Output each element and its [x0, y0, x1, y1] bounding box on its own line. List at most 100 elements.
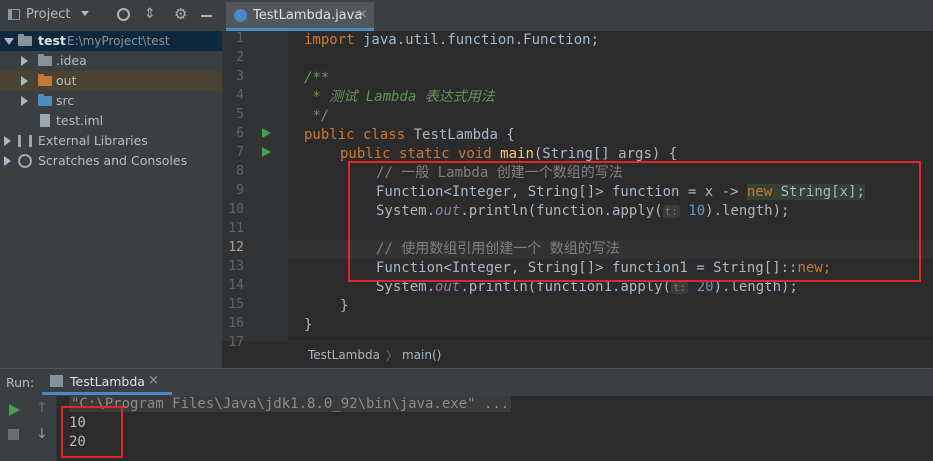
- expand-arrow-icon[interactable]: [21, 76, 28, 86]
- run-tab[interactable]: TestLambda ×: [42, 371, 172, 395]
- code-line-17: }: [304, 317, 313, 333]
- tree-item-path: E:\myProject\test: [67, 34, 170, 48]
- code-line-5: * 测试 Lambda 表达式用法: [304, 89, 495, 105]
- line-number: 17: [228, 335, 244, 350]
- folder-icon: [38, 54, 52, 66]
- line-number: 9: [236, 183, 244, 198]
- code-token: public static void: [340, 146, 492, 162]
- code-editor[interactable]: import java.util.function.Function; /** …: [288, 31, 933, 341]
- code-line-7: public class TestLambda {: [304, 126, 515, 145]
- run-class-icon[interactable]: [262, 128, 271, 138]
- chevron-down-icon: [80, 11, 89, 16]
- target-icon[interactable]: [117, 8, 130, 21]
- line-number: 4: [236, 88, 244, 103]
- run-toolbar-secondary: ↑ ↓: [28, 396, 57, 461]
- breadcrumb: TestLambda 〉 main(): [288, 341, 933, 369]
- arrow-down-icon[interactable]: ↓: [36, 426, 48, 442]
- highlight-box: [348, 161, 921, 282]
- code-token: class: [354, 127, 406, 143]
- project-tree: test E:\myProject\test .idea out src tes…: [0, 31, 222, 368]
- line-number: 16: [228, 316, 244, 331]
- line-number: 12: [228, 240, 244, 255]
- code-token: java.util.function.Function;: [354, 32, 600, 48]
- file-icon: [40, 114, 50, 127]
- run-main-icon[interactable]: [262, 147, 271, 157]
- tree-item-idea[interactable]: .idea: [0, 51, 222, 71]
- expand-arrow-icon[interactable]: [4, 136, 11, 146]
- tab-testlambda-java[interactable]: TestLambda.java ×: [226, 2, 374, 31]
- line-number: 14: [228, 278, 244, 293]
- code-line-16: }: [340, 298, 349, 314]
- line-number: 13: [228, 259, 244, 274]
- console-command: "C:\Program Files\Java\jdk1.8.0_92\bin\j…: [69, 396, 512, 412]
- code-line-4: /**: [304, 70, 330, 86]
- code-token: TestLambda {: [405, 127, 515, 143]
- parameter-hint: t:: [671, 281, 689, 294]
- tree-item-label: out: [56, 73, 77, 88]
- tree-item-scratches[interactable]: Scratches and Consoles: [0, 151, 222, 171]
- line-number: 5: [236, 107, 244, 122]
- collapse-icon[interactable]: ⇕: [144, 6, 156, 22]
- project-dropdown[interactable]: Project: [26, 7, 89, 22]
- expand-arrow-icon[interactable]: [4, 38, 14, 45]
- rerun-icon[interactable]: [9, 404, 20, 416]
- console-output[interactable]: "C:\Program Files\Java\jdk1.8.0_92\bin\j…: [57, 396, 933, 461]
- library-icon: [18, 135, 32, 147]
- code-token: (String[] args) {: [533, 146, 678, 162]
- tree-item-external-libraries[interactable]: External Libraries: [0, 131, 222, 151]
- line-number: 2: [236, 50, 244, 65]
- breadcrumb-class[interactable]: TestLambda: [308, 348, 380, 362]
- code-line-1: import java.util.function.Function;: [304, 31, 599, 50]
- stop-icon[interactable]: [8, 429, 19, 440]
- expand-arrow-icon[interactable]: [21, 56, 28, 66]
- close-icon[interactable]: ×: [148, 373, 159, 388]
- tree-item-out[interactable]: out: [0, 71, 222, 91]
- output-highlight-box: [61, 406, 123, 458]
- arrow-up-icon[interactable]: ↑: [36, 400, 48, 416]
- scratches-icon: [18, 154, 32, 168]
- line-number: 11: [228, 221, 244, 236]
- run-config-icon: [50, 375, 63, 387]
- code-token: public: [304, 127, 355, 143]
- code-line-6: */: [304, 108, 330, 124]
- tree-item-label: .idea: [56, 53, 87, 68]
- gear-icon[interactable]: ⚙: [174, 5, 187, 23]
- close-icon[interactable]: ×: [357, 7, 368, 22]
- line-number: 6: [236, 126, 244, 141]
- source-folder-icon: [38, 94, 52, 106]
- code-token: import: [304, 32, 355, 48]
- line-number: 3: [236, 69, 244, 84]
- run-tab-label: TestLambda: [70, 374, 145, 389]
- tree-item-test-iml[interactable]: test.iml: [0, 111, 222, 131]
- editor-tab-bar: TestLambda.java ×: [222, 0, 933, 32]
- project-title: Project: [26, 7, 71, 22]
- tab-label: TestLambda.java: [253, 8, 363, 23]
- run-panel-header: Run: TestLambda ×: [0, 368, 933, 397]
- run-label: Run:: [6, 375, 35, 390]
- tree-item-src[interactable]: src: [0, 91, 222, 111]
- tree-item-label: test.iml: [56, 113, 104, 128]
- line-number: 8: [236, 164, 244, 179]
- line-number: 1: [236, 31, 244, 46]
- code-token: main: [500, 146, 534, 162]
- tree-item-label: test: [38, 33, 66, 48]
- expand-arrow-icon[interactable]: [21, 96, 28, 106]
- expand-arrow-icon[interactable]: [4, 156, 11, 166]
- module-folder-icon: [18, 34, 32, 46]
- tree-item-label: Scratches and Consoles: [38, 153, 188, 168]
- excluded-folder-icon: [38, 74, 52, 86]
- editor-gutter: 1 2 3 4 5 6 7 8 9 10 11 12 13 14 15 16 1…: [222, 31, 299, 350]
- minimize-icon[interactable]: [201, 15, 212, 17]
- line-number: 7: [236, 145, 244, 160]
- breadcrumb-separator-icon: 〉: [386, 349, 399, 363]
- line-number: 10: [228, 202, 244, 217]
- java-class-icon: [234, 9, 247, 22]
- line-number: 15: [228, 297, 244, 312]
- run-toolbar: [0, 396, 28, 461]
- tree-item-test[interactable]: test E:\myProject\test: [0, 31, 222, 51]
- breadcrumb-method[interactable]: main(): [402, 348, 441, 362]
- project-view-icon: [8, 9, 20, 20]
- tree-item-label: External Libraries: [38, 133, 148, 148]
- project-panel-header: Project ⇕ ⚙: [0, 0, 222, 32]
- tree-item-label: src: [56, 93, 75, 108]
